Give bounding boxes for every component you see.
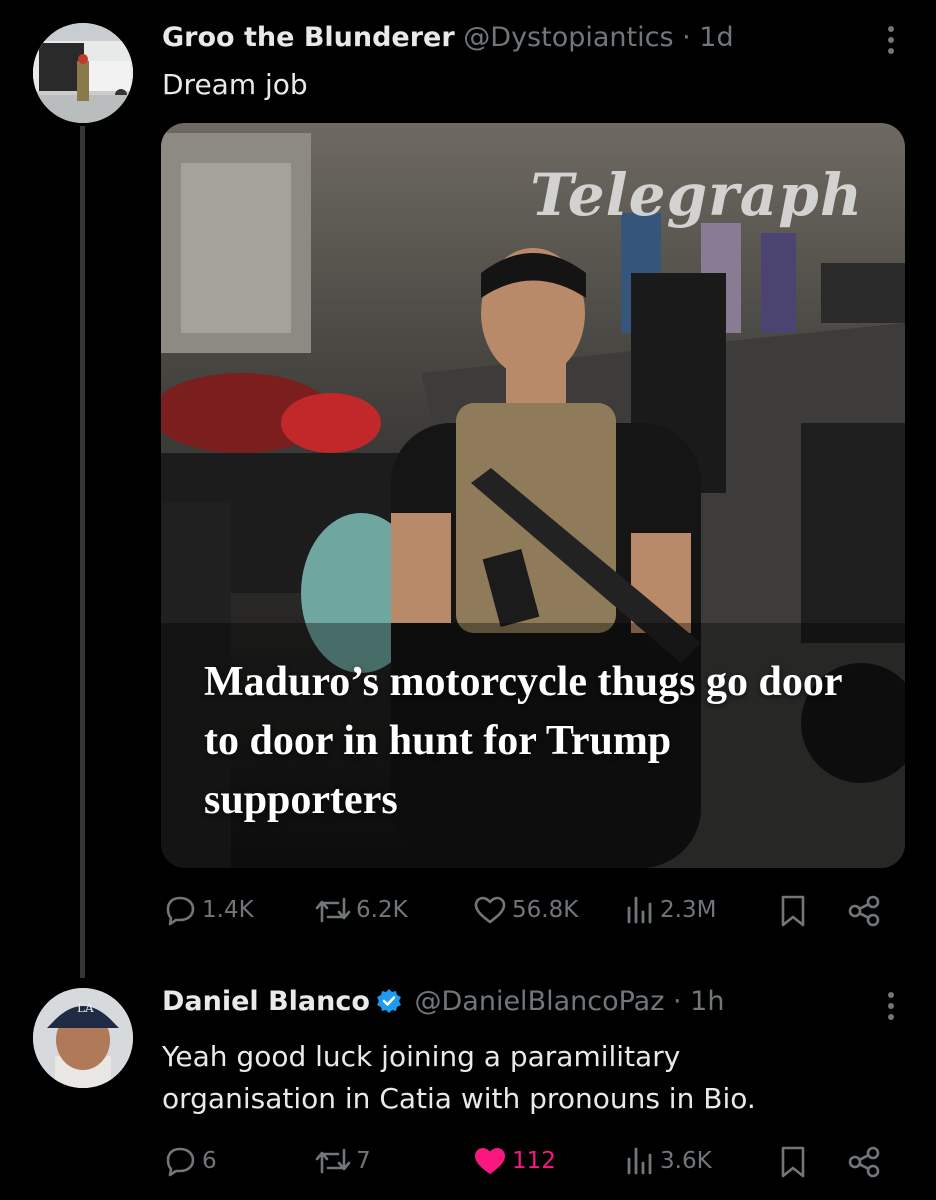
views-icon bbox=[627, 896, 652, 924]
like-count: 56.8K bbox=[512, 897, 579, 923]
repost-count: 6.2K bbox=[356, 897, 408, 923]
view-count: 2.3M bbox=[660, 897, 717, 923]
share-icon bbox=[848, 895, 880, 927]
image-headline: Maduro’s motorcycle thugs go door to doo… bbox=[204, 659, 842, 823]
repost-button[interactable]: 7 bbox=[314, 1145, 371, 1177]
views-button[interactable]: 3.6K bbox=[624, 1145, 712, 1177]
reply-header: Daniel Blanco @DanielBlancoPaz · 1h bbox=[162, 986, 724, 1021]
tweet-actions: 1.4K 6.2K 56.8K 2.3M bbox=[162, 894, 892, 934]
bookmark-icon bbox=[781, 1146, 805, 1178]
telegraph-logo: Telegraph bbox=[530, 161, 863, 229]
repost-button[interactable]: 6.2K bbox=[314, 894, 408, 926]
verified-icon bbox=[376, 988, 402, 1021]
reply-actions: 6 7 112 3.6K bbox=[162, 1145, 892, 1185]
reply-button[interactable]: 1.4K bbox=[162, 894, 254, 926]
tweet-text: Dream job bbox=[162, 68, 308, 101]
timestamp[interactable]: · 1d bbox=[682, 22, 733, 53]
share-icon bbox=[848, 1146, 880, 1178]
views-button[interactable]: 2.3M bbox=[624, 894, 716, 926]
like-count: 112 bbox=[512, 1148, 556, 1174]
reply-icon bbox=[166, 1147, 195, 1177]
bookmark-button[interactable] bbox=[778, 894, 808, 928]
bookmark-button[interactable] bbox=[778, 1145, 808, 1179]
reply-icon bbox=[166, 896, 195, 926]
more-icon[interactable] bbox=[886, 26, 896, 54]
reply-button[interactable]: 6 bbox=[162, 1145, 217, 1177]
author-name[interactable]: Groo the Blunderer bbox=[162, 22, 455, 53]
reply-count: 6 bbox=[202, 1148, 217, 1174]
tweet-image[interactable]: Telegraph Maduro’s motorcycle thugs go d… bbox=[161, 123, 905, 868]
timestamp[interactable]: · 1h bbox=[673, 986, 724, 1017]
author-handle[interactable]: @Dystopiantics bbox=[463, 22, 673, 53]
share-button[interactable] bbox=[846, 894, 882, 928]
avatar[interactable] bbox=[33, 23, 133, 123]
repost-icon bbox=[315, 897, 351, 923]
svg-text:LA: LA bbox=[77, 1001, 94, 1015]
like-button[interactable]: 56.8K bbox=[472, 894, 578, 926]
avatar[interactable]: LA bbox=[33, 988, 133, 1088]
tweet-header: Groo the Blunderer @Dystopiantics · 1d bbox=[162, 22, 734, 53]
more-icon[interactable] bbox=[886, 992, 896, 1020]
author-handle[interactable]: @DanielBlancoPaz bbox=[415, 986, 665, 1017]
like-button[interactable]: 112 bbox=[472, 1145, 556, 1177]
author-name[interactable]: Daniel Blanco bbox=[162, 986, 370, 1017]
reply-count: 1.4K bbox=[202, 897, 254, 923]
repost-icon bbox=[315, 1148, 351, 1174]
share-button[interactable] bbox=[846, 1145, 882, 1179]
repost-count: 7 bbox=[356, 1148, 371, 1174]
like-icon bbox=[474, 896, 506, 924]
thread-line bbox=[80, 126, 85, 978]
views-icon bbox=[627, 1147, 652, 1175]
view-count: 3.6K bbox=[660, 1148, 712, 1174]
like-icon bbox=[475, 1148, 505, 1174]
bookmark-icon bbox=[781, 895, 805, 927]
reply-text: Yeah good luck joining a paramilitary or… bbox=[162, 1040, 756, 1115]
